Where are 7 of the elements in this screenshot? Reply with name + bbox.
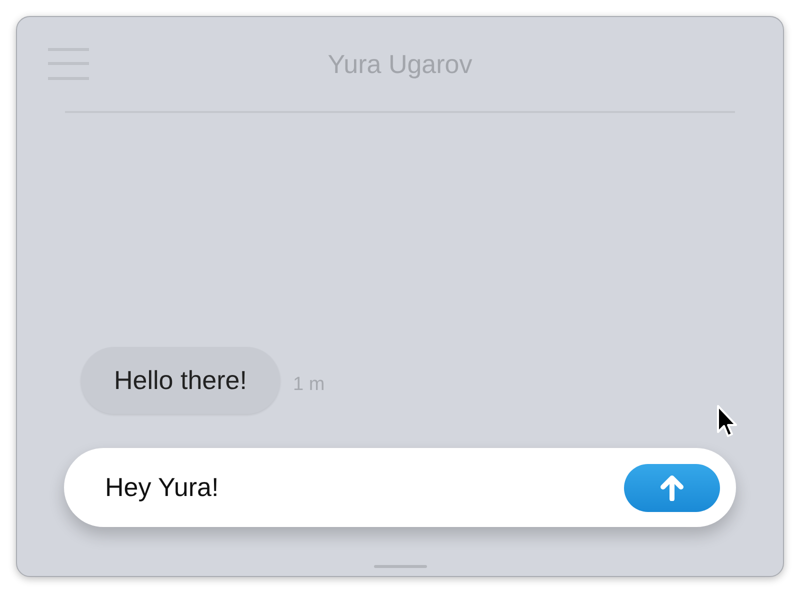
- send-button[interactable]: [624, 464, 720, 512]
- message-bubble: Hello there!: [81, 347, 280, 414]
- message-input[interactable]: Hey Yura!: [105, 468, 624, 507]
- message-composer[interactable]: Hey Yura!: [64, 448, 736, 527]
- cursor-icon: [716, 404, 738, 438]
- arrow-up-icon: [660, 474, 684, 500]
- resize-handle[interactable]: [374, 565, 426, 568]
